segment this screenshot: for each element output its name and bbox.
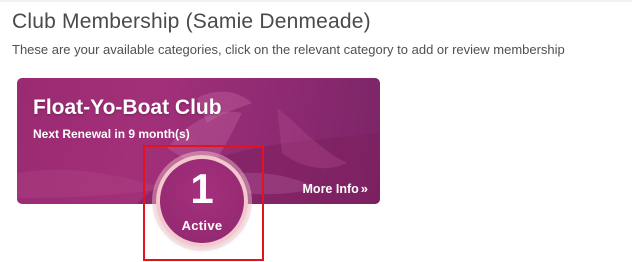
- page-title: Club Membership (Samie Denmeade): [12, 10, 371, 33]
- page-subtitle: These are your available categories, cli…: [12, 42, 565, 57]
- badge-count: 1: [190, 165, 214, 212]
- membership-status-badge[interactable]: 1 Active: [156, 155, 248, 247]
- renewal-text: Next Renewal in 9 month(s): [33, 127, 190, 141]
- double-chevron-right-icon: »: [360, 181, 368, 196]
- top-divider: [0, 0, 632, 2]
- more-info-link[interactable]: More Info»: [303, 181, 368, 196]
- badge-status-label: Active: [181, 218, 223, 233]
- more-info-label: More Info: [302, 182, 359, 196]
- card-title: Float-Yo-Boat Club: [33, 96, 222, 119]
